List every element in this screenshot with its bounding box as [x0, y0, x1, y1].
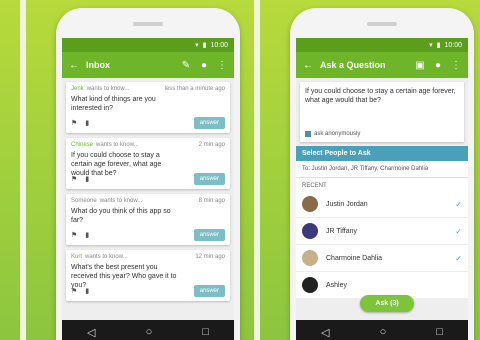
- avatar: [302, 223, 318, 239]
- nav-recents-icon[interactable]: □: [202, 326, 209, 338]
- background-stripe: [254, 0, 260, 340]
- back-arrow-icon[interactable]: ←: [68, 59, 80, 71]
- status-time: 10:00: [444, 41, 462, 49]
- battery-icon: ▮: [436, 42, 441, 49]
- select-people-header: Select People to Ask: [296, 146, 468, 161]
- question-card[interactable]: Jenk wants to know... less than a minute a…: [66, 82, 230, 133]
- asker-name[interactable]: Chinese: [71, 142, 93, 148]
- checkmark-icon[interactable]: ✓: [455, 227, 462, 236]
- phone-speaker: [367, 22, 397, 26]
- anonymous-checkbox[interactable]: ask anonymously: [305, 131, 360, 137]
- contact-row[interactable]: Charmoine Dahlia ✓: [296, 245, 468, 272]
- nav-home-icon[interactable]: ○: [380, 326, 387, 338]
- nav-recents-icon[interactable]: □: [436, 326, 443, 338]
- flag-icon[interactable]: ⚑: [71, 287, 77, 295]
- wifi-icon: ▾: [195, 42, 199, 49]
- contact-name: Ashley: [326, 281, 348, 289]
- page-title: Inbox: [86, 60, 110, 70]
- right-phone: ▾ ▮ 10:00 ← Ask a Question ▣ ● ⋮ If you …: [290, 8, 474, 340]
- ask-question-screen: ▾ ▮ 10:00 ← Ask a Question ▣ ● ⋮ If you …: [296, 38, 468, 340]
- phone-speaker: [133, 22, 163, 26]
- checkbox-icon[interactable]: [305, 131, 311, 137]
- back-arrow-icon[interactable]: ←: [302, 59, 314, 71]
- wants-label: wants to know...: [85, 254, 128, 260]
- trash-icon[interactable]: ▮: [85, 119, 89, 127]
- timestamp: 12 min ago: [195, 254, 225, 260]
- asker-name[interactable]: Jenk: [71, 86, 84, 92]
- overflow-menu-icon[interactable]: ⋮: [450, 59, 462, 71]
- avatar: [302, 277, 318, 293]
- nav-home-icon[interactable]: ○: [146, 326, 153, 338]
- checkmark-icon[interactable]: ✓: [455, 254, 462, 263]
- answer-button[interactable]: answer: [193, 173, 225, 185]
- android-nav-bar: ◁ ○ □: [62, 320, 234, 340]
- wifi-icon: ▾: [429, 42, 433, 49]
- person-icon[interactable]: ●: [198, 59, 210, 71]
- trash-icon[interactable]: ▮: [85, 175, 89, 183]
- asker-name: Someone: [71, 198, 97, 204]
- avatar: [302, 196, 318, 212]
- compose-icon[interactable]: ✎: [180, 59, 192, 71]
- timestamp: less than a minute ago: [164, 86, 225, 92]
- contact-name: Charmoine Dahlia: [326, 254, 383, 262]
- inbox-toolbar: ← Inbox ✎ ● ⋮: [62, 52, 234, 78]
- question-text: What do you think of this app so far?: [71, 208, 171, 224]
- contact-name: JR Tiffany: [326, 227, 357, 235]
- recent-label: RECENT: [296, 178, 468, 191]
- wants-label: wants to know...: [86, 86, 130, 92]
- status-bar: ▾ ▮ 10:00: [62, 38, 234, 52]
- person-icon[interactable]: ●: [432, 59, 444, 71]
- contact-name: Justin Jordan: [326, 200, 368, 208]
- ask-button[interactable]: Ask (3): [360, 295, 414, 312]
- avatar: [302, 250, 318, 266]
- wants-label: wants to know...: [96, 142, 139, 148]
- timestamp: 2 min ago: [198, 142, 225, 148]
- left-phone: ▾ ▮ 10:00 ← Inbox ✎ ● ⋮ Jenk wants to kno…: [56, 8, 240, 340]
- flag-icon[interactable]: ⚑: [71, 175, 77, 183]
- nav-back-icon[interactable]: ◁: [87, 326, 95, 339]
- question-input[interactable]: If you could choose to stay a certain ag…: [300, 82, 464, 142]
- flag-icon[interactable]: ⚑: [71, 119, 77, 127]
- asker-name[interactable]: Kurt: [71, 254, 82, 260]
- question-card[interactable]: Someone wants to know... 8 min ago What do…: [66, 194, 230, 245]
- question-input-text[interactable]: If you could choose to stay a certain ag…: [305, 87, 459, 105]
- status-time: 10:00: [210, 41, 228, 49]
- wants-label: wants to know...: [99, 198, 143, 204]
- timestamp: 8 min ago: [198, 198, 225, 204]
- overflow-menu-icon[interactable]: ⋮: [216, 59, 228, 71]
- status-bar: ▾ ▮ 10:00: [296, 38, 468, 52]
- question-text: What kind of things are you interested i…: [71, 96, 156, 112]
- contact-row[interactable]: Justin Jordan ✓: [296, 191, 468, 218]
- inbox-screen: ▾ ▮ 10:00 ← Inbox ✎ ● ⋮ Jenk wants to kno…: [62, 38, 234, 340]
- answer-button[interactable]: answer: [193, 229, 225, 241]
- battery-icon: ▮: [202, 42, 207, 49]
- contact-row[interactable]: JR Tiffany ✓: [296, 218, 468, 245]
- flag-icon[interactable]: ⚑: [71, 231, 77, 239]
- android-nav-bar: ◁ ○ □: [296, 320, 468, 340]
- nav-back-icon[interactable]: ◁: [321, 326, 329, 339]
- answer-button[interactable]: answer: [193, 285, 225, 297]
- page-title: Ask a Question: [320, 60, 386, 70]
- save-icon[interactable]: ▣: [414, 59, 426, 71]
- question-card[interactable]: Chinese wants to know... 2 min ago If you …: [66, 138, 230, 189]
- recipients-field[interactable]: To: Justin Jordan, JR Tiffany, Charmoine…: [296, 161, 468, 178]
- background-stripe: [20, 0, 26, 340]
- question-card[interactable]: Kurt wants to know... 12 min ago What's th…: [66, 250, 230, 301]
- trash-icon[interactable]: ▮: [85, 231, 89, 239]
- ask-toolbar: ← Ask a Question ▣ ● ⋮: [296, 52, 468, 78]
- question-list: Jenk wants to know... less than a minute a…: [62, 78, 234, 301]
- checkmark-icon[interactable]: ✓: [455, 200, 462, 209]
- trash-icon[interactable]: ▮: [85, 287, 89, 295]
- anonymous-label: ask anonymously: [314, 131, 361, 137]
- answer-button[interactable]: answer: [193, 117, 225, 129]
